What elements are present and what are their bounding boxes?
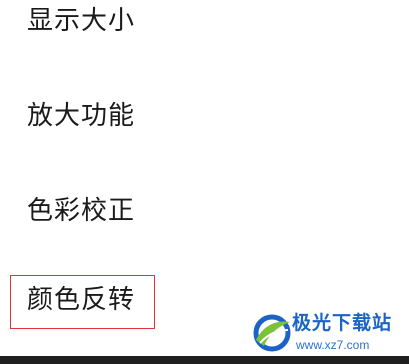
watermark: 极光下载站 www.xz7.com: [250, 308, 406, 356]
menu-item-display-size[interactable]: 显示大小: [27, 6, 135, 36]
watermark-title: 极光下载站: [292, 312, 393, 334]
aurora-logo-icon: [253, 314, 291, 352]
bottom-bar: [0, 356, 409, 364]
menu-item-magnification[interactable]: 放大功能: [27, 101, 135, 131]
menu-item-color-correction[interactable]: 色彩校正: [27, 196, 135, 226]
highlight-box: [10, 275, 155, 329]
watermark-url: www.xz7.com: [296, 338, 370, 352]
